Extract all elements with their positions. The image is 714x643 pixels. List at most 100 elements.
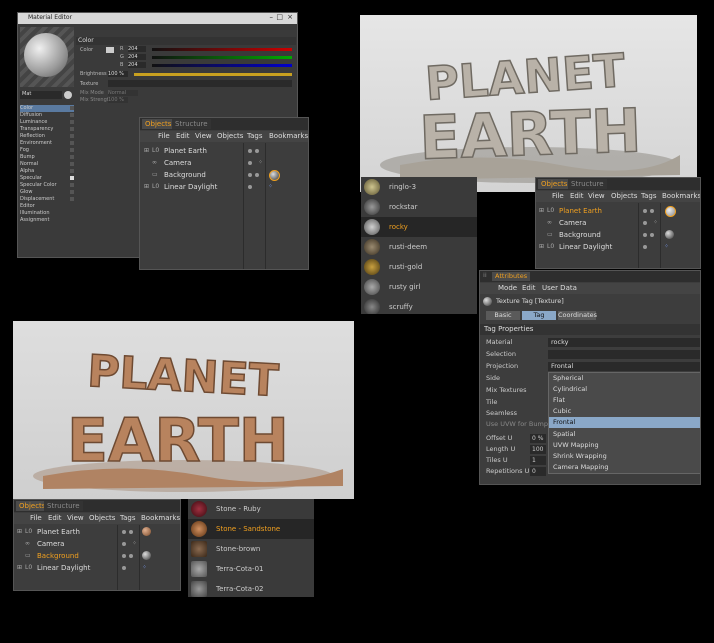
camera-tag-icon[interactable]: ⁘ [132,538,137,550]
render-dot[interactable] [255,173,259,177]
material-item[interactable]: Terra-Cota-01 [188,559,314,579]
tab-coordinates[interactable]: Coordinates [558,311,597,320]
tab-objects[interactable]: Objects [142,119,175,129]
dropdown-option[interactable]: Spatial [549,429,700,440]
menu-view[interactable]: View [67,513,84,524]
checkbox[interactable] [70,190,74,194]
menu-objects[interactable]: Objects [89,513,115,524]
material-item[interactable]: rusty girl [361,277,477,297]
render-dot[interactable] [650,233,654,237]
object-row-planet-earth[interactable]: ⊞ L0 Planet Earth [14,526,180,538]
channel-item[interactable]: Specular [20,175,74,182]
mix-mode-value[interactable]: Normal [108,90,138,96]
expand-icon[interactable]: ⊞ [144,181,149,193]
object-row-linear-daylight[interactable]: ⊞ L0 Linear Daylight ⁘ [536,241,700,253]
visibility-dot[interactable] [643,221,647,225]
channel-item[interactable]: Displacement [20,196,74,203]
projection-select[interactable]: Frontal [548,362,700,371]
checkbox[interactable] [70,162,74,166]
menu-bookmarks[interactable]: Bookmarks [141,513,180,524]
visibility-dot[interactable] [122,530,126,534]
channel-b-value[interactable]: 204 [128,62,146,68]
channel-g-value[interactable]: 204 [128,54,146,60]
expand-icon[interactable]: ⊞ [539,205,544,217]
menu-file[interactable]: File [158,131,170,142]
channel-item[interactable]: Luminance [20,119,74,126]
dropdown-option[interactable]: UVW Mapping [549,440,700,451]
tab-attributes[interactable]: Attributes [492,272,531,281]
dropdown-option[interactable]: Cylindrical [549,384,700,395]
visibility-dot[interactable] [248,149,252,153]
menu-edit[interactable]: Edit [570,191,584,202]
expand-icon[interactable]: ⊞ [539,241,544,253]
material-name-field[interactable]: Mat [20,91,62,99]
visibility-dot[interactable] [122,554,126,558]
color-swatch[interactable] [106,47,114,53]
expand-icon[interactable]: ⊞ [144,145,149,157]
material-item[interactable]: Terra-Cota-02 [188,579,314,597]
material-item[interactable]: Stone-brown [188,539,314,559]
object-row-planet-earth[interactable]: ⊞ L0 Planet Earth [140,145,308,157]
menu-file[interactable]: File [30,513,42,524]
render-dot[interactable] [129,554,133,558]
channel-item[interactable]: Illumination [20,210,74,217]
texture-tag-icon[interactable] [269,170,280,181]
channel-item[interactable]: Alpha [20,168,74,175]
checkbox[interactable] [70,155,74,159]
channel-item[interactable]: Fog [20,147,74,154]
object-row-camera[interactable]: ∞ Camera ⁘ [536,217,700,229]
checkbox[interactable] [70,120,74,124]
texture-field[interactable] [108,80,292,87]
material-item[interactable]: rusti-gold [361,257,477,277]
minimize-icon[interactable]: – [270,13,274,21]
visibility-dot[interactable] [643,245,647,249]
render-dot[interactable] [255,149,259,153]
window-titlebar[interactable]: Material Editor – □ × [18,13,297,24]
checkbox[interactable] [70,127,74,131]
dropdown-option[interactable]: Cubic [549,406,700,417]
offset-u-field[interactable]: 0 % [530,434,546,443]
blue-slider[interactable] [152,64,292,67]
texture-tag-icon[interactable] [142,551,151,560]
checkbox[interactable] [70,141,74,145]
channel-item[interactable]: Diffusion [20,112,74,119]
material-item[interactable]: ringlo-3 [361,177,477,197]
checkbox[interactable] [70,176,74,180]
close-icon[interactable]: × [287,13,293,21]
material-item[interactable]: rockstar [361,197,477,217]
visibility-dot[interactable] [248,161,252,165]
dropdown-option[interactable]: Flat [549,395,700,406]
material-item-selected[interactable]: rocky [361,217,477,237]
channel-item[interactable]: Transparency [20,126,74,133]
menu-bookmarks[interactable]: Bookmarks [269,131,308,142]
length-u-field[interactable]: 100 [530,445,546,454]
expand-icon[interactable]: ⊞ [17,562,22,574]
dropdown-option[interactable]: Shrink Wrapping [549,451,700,462]
tab-basic[interactable]: Basic [486,311,520,320]
object-row-background[interactable]: ▭ Background [140,169,308,181]
tab-structure[interactable]: Structure [172,119,211,129]
menu-bookmarks[interactable]: Bookmarks [662,191,700,202]
visibility-dot[interactable] [248,185,252,189]
object-row-linear-daylight[interactable]: ⊞ L0 Linear Daylight ⁘ [140,181,308,193]
channel-item[interactable]: Bump [20,154,74,161]
visibility-dot[interactable] [248,173,252,177]
tab-structure[interactable]: Structure [568,179,607,189]
channel-item[interactable]: Editor [20,203,74,210]
menu-objects[interactable]: Objects [611,191,637,202]
object-row-linear-daylight[interactable]: ⊞ L0 Linear Daylight ⁘ [14,562,180,574]
render-dot[interactable] [129,530,133,534]
menu-tags[interactable]: Tags [120,513,136,524]
channel-item[interactable]: Glow [20,189,74,196]
compositing-tag-icon[interactable]: ⁘ [664,241,669,253]
menu-edit[interactable]: Edit [48,513,62,524]
checkbox[interactable] [70,148,74,152]
checkbox[interactable] [70,113,74,117]
menu-file[interactable]: File [552,191,564,202]
compositing-tag-icon[interactable]: ⁘ [142,562,147,574]
material-item[interactable]: scruffy [361,297,477,314]
material-item[interactable]: Stone - Ruby [188,499,314,519]
dropdown-option-selected[interactable]: Frontal [549,417,700,428]
menu-view[interactable]: View [195,131,212,142]
object-row-camera[interactable]: ∞ Camera ⁘ [14,538,180,550]
